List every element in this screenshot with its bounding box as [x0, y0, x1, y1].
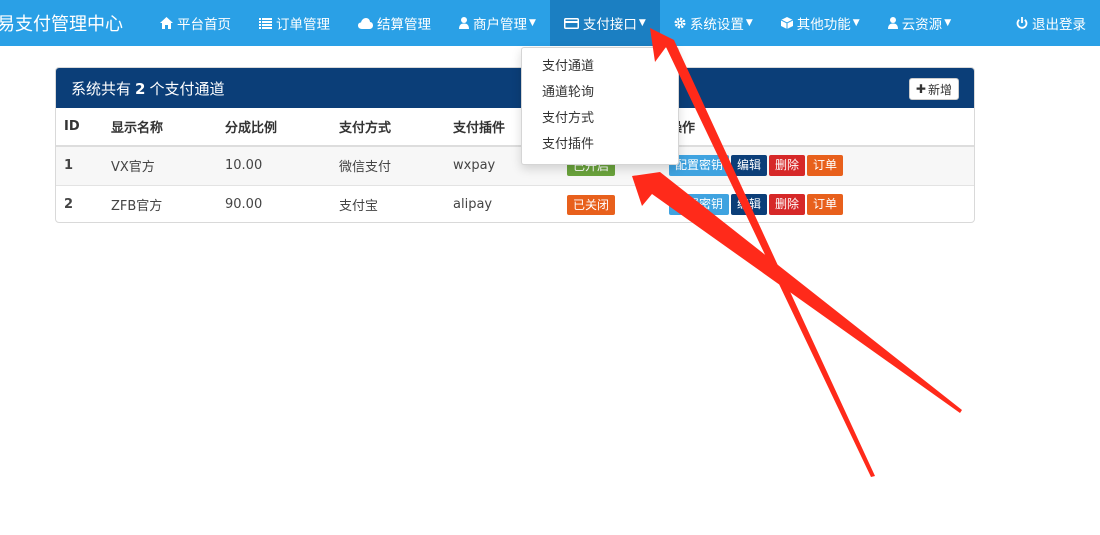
table-header-row: ID 显示名称 分成比例 支付方式 支付插件 状态 操作 — [56, 108, 974, 147]
table-row: 1 VX官方 10.00 微信支付 wxpay 已开启 配置密钥 编辑 删除 订单 — [56, 145, 974, 185]
nav-right: 退出登录 — [1002, 0, 1100, 46]
delete-button[interactable]: 删除 — [769, 194, 806, 216]
dropdown-item-payment-plugin[interactable]: 支付插件 — [522, 132, 678, 158]
cell-status: 已关闭 — [559, 184, 661, 222]
caret-down-icon: ▼ — [852, 18, 860, 28]
nav-label: 支付接口 — [582, 17, 637, 33]
cell-ratio: 90.00 — [217, 184, 331, 222]
table-row: 2 ZFB官方 90.00 支付宝 alipay 已关闭 配置密钥 编辑 删除 订单 — [56, 184, 974, 222]
nav-item-system-settings[interactable]: 系统设置 ▼ — [660, 0, 767, 46]
nav-item-payment-interface[interactable]: 支付接口 ▼ — [549, 0, 660, 46]
list-icon — [259, 17, 272, 29]
nav-label: 商户管理 — [473, 17, 527, 33]
nav-label: 其他功能 — [796, 17, 851, 33]
cell-plugin: alipay — [445, 184, 559, 222]
status-badge[interactable]: 已关闭 — [567, 194, 616, 215]
nav-label: 云资源 — [901, 17, 943, 33]
brand-title[interactable]: 易支付管理中心 — [0, 10, 143, 36]
config-key-button[interactable]: 配置密钥 — [669, 194, 730, 216]
row-id: 1 — [64, 158, 74, 174]
col-id: ID — [56, 108, 103, 147]
channels-table: ID 显示名称 分成比例 支付方式 支付插件 状态 操作 1 VX官方 10.0… — [56, 108, 974, 222]
cell-type: 支付宝 — [331, 184, 445, 222]
user-icon — [887, 17, 898, 29]
title-suffix: 个支付通道 — [149, 79, 225, 98]
panel-header: 系统共有 2 个支付通道 ✚ 新增 — [56, 68, 974, 108]
add-label: 新增 — [927, 82, 952, 97]
cloud-icon — [358, 17, 373, 29]
title-prefix: 系统共有 — [71, 79, 132, 98]
power-icon — [1016, 17, 1028, 29]
dropdown-item-payment-channel[interactable]: 支付通道 — [522, 54, 678, 80]
cube-icon — [780, 17, 793, 29]
logout-label: 退出登录 — [1032, 17, 1086, 33]
payment-interface-dropdown: 支付通道 通道轮询 支付方式 支付插件 — [521, 47, 679, 165]
col-type: 支付方式 — [331, 108, 445, 147]
cell-name: VX官方 — [103, 145, 217, 185]
caret-down-icon: ▼ — [944, 18, 952, 28]
dropdown-item-payment-method[interactable]: 支付方式 — [522, 106, 678, 132]
delete-button[interactable]: 删除 — [769, 155, 806, 177]
plus-icon: ✚ — [915, 82, 926, 96]
top-navbar: 易支付管理中心 平台首页 订单管理 结算管理 商户管理 ▼ 支付接口 ▼ 系统设… — [0, 0, 1100, 46]
edit-button[interactable]: 编辑 — [731, 194, 768, 216]
nav-item-other-functions[interactable]: 其他功能 ▼ — [767, 0, 874, 46]
panel-title: 系统共有 2 个支付通道 — [71, 78, 224, 99]
nav-item-merchants[interactable]: 商户管理 ▼ — [445, 0, 550, 46]
col-actions: 操作 — [661, 108, 974, 147]
caret-down-icon: ▼ — [638, 18, 646, 28]
nav-label: 订单管理 — [276, 17, 330, 33]
orders-button[interactable]: 订单 — [807, 194, 844, 216]
logout-button[interactable]: 退出登录 — [1002, 0, 1100, 46]
caret-down-icon: ▼ — [529, 18, 536, 28]
cell-name: ZFB官方 — [103, 184, 217, 222]
gear-icon — [674, 17, 686, 29]
orders-button[interactable]: 订单 — [807, 155, 844, 177]
caret-down-icon: ▼ — [745, 18, 753, 28]
home-icon — [160, 17, 173, 29]
channels-panel: 系统共有2个支付通道 ✚ 新增 ID 显示名称 分成比例 支付方式 支付插件 状… — [55, 67, 975, 223]
nav-item-home[interactable]: 平台首页 — [146, 0, 245, 46]
cell-actions: 配置密钥 编辑 删除 订单 — [661, 145, 974, 185]
nav-label: 结算管理 — [377, 17, 431, 33]
col-ratio: 分成比例 — [217, 108, 331, 147]
nav-item-orders[interactable]: 订单管理 — [245, 0, 344, 46]
cell-type: 微信支付 — [331, 145, 445, 185]
cell-actions: 配置密钥 编辑 删除 订单 — [661, 184, 974, 222]
cell-ratio: 10.00 — [217, 145, 331, 185]
add-channel-button[interactable]: ✚ 新增 — [908, 78, 959, 100]
cell-id: 2 — [56, 184, 103, 222]
dropdown-item-channel-polling[interactable]: 通道轮询 — [522, 80, 678, 106]
nav-item-settlement[interactable]: 结算管理 — [344, 0, 445, 46]
nav-label: 系统设置 — [689, 17, 744, 33]
user-icon — [459, 17, 469, 29]
edit-button[interactable]: 编辑 — [731, 155, 768, 177]
row-id: 2 — [64, 197, 74, 213]
cell-id: 1 — [56, 145, 103, 185]
channel-count: 2 — [135, 79, 146, 98]
main-nav: 平台首页 订单管理 结算管理 商户管理 ▼ 支付接口 ▼ 系统设置 ▼ 其他功能… — [146, 0, 965, 46]
col-name: 显示名称 — [103, 108, 217, 147]
credit-card-icon — [563, 17, 579, 29]
nav-label: 平台首页 — [177, 17, 231, 33]
nav-item-cloud-resources[interactable]: 云资源 ▼ — [874, 0, 965, 46]
